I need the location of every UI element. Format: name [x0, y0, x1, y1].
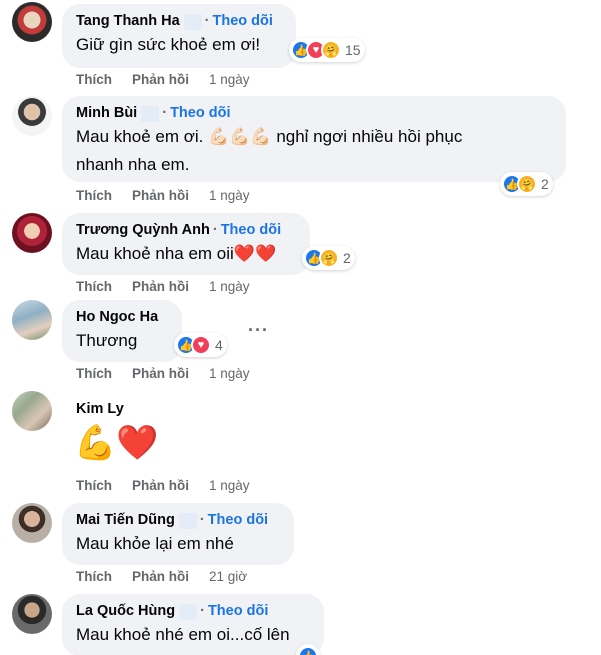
commenter-name[interactable]: Tang Thanh Ha — [76, 12, 180, 31]
reply-button[interactable]: Phản hồi — [132, 366, 189, 382]
comment-text: Mau khỏe lại em nhé — [76, 534, 234, 553]
timestamp[interactable]: 1 ngày — [209, 72, 250, 88]
timestamp[interactable]: 21 giờ — [209, 569, 247, 585]
avatar[interactable] — [12, 2, 52, 42]
reaction-summary[interactable]: 👍 🤗 2 — [500, 172, 553, 196]
like-reaction-icon: 👍 — [298, 646, 318, 655]
like-button[interactable]: Thích — [76, 279, 112, 295]
like-button[interactable]: Thích — [76, 188, 112, 204]
commenter-name[interactable]: Minh Bùi — [76, 104, 137, 123]
comment-bubble: Trương Quỳnh Anh · Theo dõi Mau khoẻ nha… — [62, 213, 310, 275]
like-button[interactable]: Thích — [76, 478, 112, 494]
care-reaction-icon: 🤗 — [321, 40, 341, 60]
care-reaction-icon: 🤗 — [517, 174, 537, 194]
love-reaction-icon: ♥ — [191, 335, 211, 355]
reaction-count: 4 — [215, 337, 223, 353]
avatar[interactable] — [12, 503, 52, 543]
separator-dot: · — [162, 105, 168, 121]
comment-bubble: La Quốc Hùng · Theo dõi Mau khoẻ nhé em … — [62, 594, 324, 655]
separator-dot: · — [200, 603, 205, 619]
reaction-count: 2 — [343, 250, 351, 266]
comment-actions: Thích Phản hồi 1 ngày — [76, 188, 250, 204]
reply-button[interactable]: Phản hồi — [132, 72, 189, 88]
timestamp[interactable]: 1 ngày — [209, 366, 250, 382]
separator-dot: · — [212, 222, 218, 238]
reaction-summary[interactable]: 👍 ♥ 4 — [174, 333, 227, 357]
comment-actions: Thích Phản hồi 1 ngày — [76, 279, 250, 295]
commenter-name[interactable]: La Quốc Hùng — [76, 602, 175, 621]
comment-bubble: Mai Tiến Dũng · Theo dõi Mau khỏe lại em… — [62, 503, 294, 565]
comment-text: Mau khoẻ nhé em oi...cố lên — [76, 625, 290, 644]
like-button[interactable]: Thích — [76, 366, 112, 382]
like-button[interactable]: Thích — [76, 569, 112, 585]
comment-bubble: Tang Thanh Ha · Theo dõi Giữ gìn sức kho… — [62, 4, 296, 68]
comment-actions: Thích Phản hồi 1 ngày — [76, 366, 250, 382]
comment-actions: Thích Phản hồi 21 giờ — [76, 569, 247, 585]
verified-badge-icon — [141, 105, 160, 122]
comment-bubble: Minh Bùi · Theo dõi Mau khoẻ em ơi. 💪🏻💪🏻… — [62, 96, 566, 182]
timestamp[interactable]: 1 ngày — [209, 188, 250, 204]
follow-button[interactable]: Theo dõi — [208, 511, 268, 530]
reply-button[interactable]: Phản hồi — [132, 188, 189, 204]
verified-badge-icon — [178, 512, 197, 529]
comment-text: Thương — [76, 331, 138, 350]
more-options-icon[interactable]: ··· — [248, 320, 269, 341]
reply-button[interactable]: Phản hồi — [132, 478, 189, 494]
verified-badge-icon — [183, 13, 202, 30]
commenter-name[interactable]: Ho Ngoc Ha — [76, 308, 158, 327]
follow-button[interactable]: Theo dõi — [208, 602, 268, 621]
avatar[interactable] — [12, 391, 52, 431]
comment-emoji-sticker: 💪❤️ — [74, 424, 159, 462]
comment-text-line-1: Mau khoẻ em ơi. 💪🏻💪🏻💪🏻 nghỉ ngơi nhiều h… — [76, 127, 463, 146]
reply-button[interactable]: Phản hồi — [132, 279, 189, 295]
commenter-name[interactable]: Trương Quỳnh Anh — [76, 221, 210, 240]
like-button[interactable]: Thích — [76, 72, 112, 88]
reaction-summary[interactable]: 👍 🤗 2 — [302, 246, 355, 270]
comment-actions: Thích Phản hồi 1 ngày — [76, 478, 250, 494]
comment-text-line-2: nhanh nha em. — [76, 155, 190, 174]
reply-button[interactable]: Phản hồi — [132, 569, 189, 585]
commenter-name[interactable]: Kim Ly — [76, 401, 124, 417]
follow-button[interactable]: Theo dõi — [170, 104, 230, 123]
commenter-name[interactable]: Mai Tiến Dũng — [76, 511, 175, 530]
separator-dot: · — [199, 512, 205, 528]
timestamp[interactable]: 1 ngày — [209, 279, 250, 295]
reaction-count: 2 — [541, 176, 549, 192]
comment-actions: Thích Phản hồi 1 ngày — [76, 72, 250, 88]
follow-button[interactable]: Theo dõi — [221, 221, 281, 240]
reaction-count: 15 — [345, 42, 361, 58]
care-reaction-icon: 🤗 — [319, 248, 339, 268]
avatar[interactable] — [12, 594, 52, 634]
avatar[interactable] — [12, 300, 52, 340]
timestamp[interactable]: 1 ngày — [209, 478, 250, 494]
comment-bubble: Ho Ngoc Ha Thương — [62, 300, 182, 362]
follow-button[interactable]: Theo dõi — [213, 12, 273, 31]
avatar[interactable] — [12, 213, 52, 253]
separator-dot: · — [204, 13, 210, 29]
verified-badge-icon — [179, 603, 198, 620]
comment-text: Mau khoẻ nha em oii❤️❤️ — [76, 244, 277, 263]
reaction-summary[interactable]: 👍 ♥ 🤗 15 — [289, 38, 365, 62]
avatar[interactable] — [12, 96, 52, 136]
comment-text: Giữ gìn sức khoẻ em ơi! — [76, 35, 261, 54]
